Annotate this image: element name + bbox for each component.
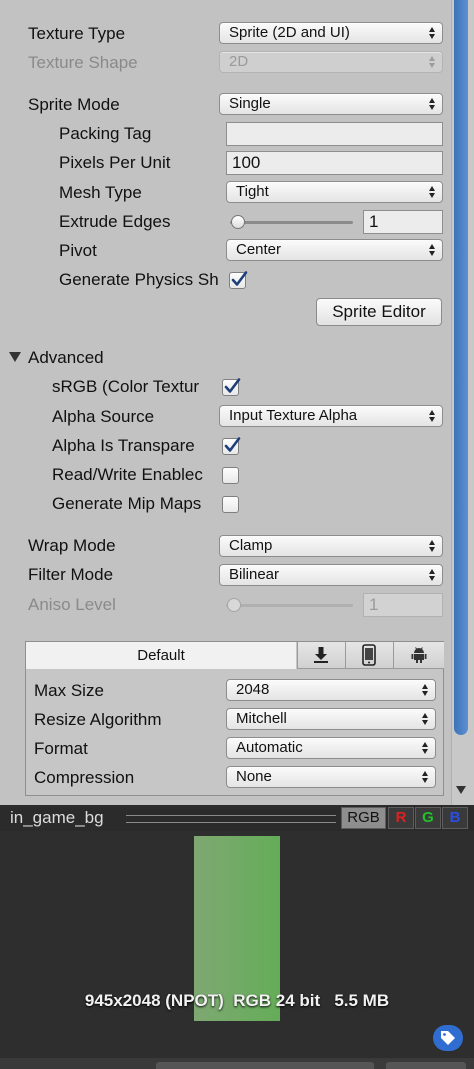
mobile-device-icon (362, 644, 376, 666)
advanced-foldout-arrow-icon[interactable] (9, 352, 21, 362)
channel-g-label: G (422, 809, 434, 826)
format-value: Automatic (236, 739, 303, 756)
bottom-field-partial[interactable] (156, 1062, 374, 1069)
resize-algorithm-dropdown[interactable]: Mitchell (226, 708, 436, 730)
extrude-edges-input[interactable]: 1 (363, 210, 443, 234)
extrude-edges-slider-track[interactable] (230, 221, 353, 224)
checkmark-icon (231, 271, 248, 286)
max-size-dropdown[interactable]: 2048 (226, 679, 436, 701)
dropdown-arrows-icon (429, 55, 436, 69)
filter-mode-dropdown[interactable]: Bilinear (219, 564, 443, 586)
tab-default-label: Default (137, 647, 185, 664)
dropdown-arrows-icon (429, 97, 436, 111)
download-icon (314, 647, 328, 663)
alpha-source-label: Alpha Source (52, 407, 155, 426)
generate-mip-maps-label: Generate Mip Maps (52, 494, 202, 513)
srgb-checkbox[interactable] (222, 378, 241, 396)
aniso-level-label: Aniso Level (28, 595, 116, 614)
texture-type-label: Texture Type (28, 24, 126, 43)
texture-type-value: Sprite (2D and UI) (229, 24, 350, 41)
dropdown-arrows-icon (429, 568, 436, 582)
format-dropdown[interactable]: Automatic (226, 737, 436, 759)
texture-shape-label: Texture Shape (28, 53, 138, 72)
dropdown-arrows-icon (422, 683, 429, 697)
checkmark-icon (224, 378, 241, 393)
aniso-level-slider-track (226, 604, 353, 607)
generate-physics-shape-label: Generate Physics Sh (59, 270, 219, 289)
texture-info-label: 945x2048 (NPOT) RGB 24 bit 5.5 MB (84, 991, 390, 1010)
max-size-value: 2048 (236, 681, 270, 698)
pixels-per-unit-input[interactable]: 100 (226, 151, 443, 175)
preview-title-grip[interactable] (126, 815, 336, 823)
preview-title: in_game_bg (10, 808, 104, 827)
pivot-value: Center (236, 241, 282, 258)
channel-rgb-button[interactable]: RGB (341, 807, 386, 829)
scrollbar-thumb[interactable] (454, 0, 468, 735)
sprite-editor-button[interactable]: Sprite Editor (316, 298, 442, 326)
channel-b-label: B (449, 809, 461, 826)
channel-r-label: R (395, 809, 407, 826)
generate-physics-shape-checkbox[interactable] (229, 271, 248, 289)
dropdown-arrows-icon (429, 409, 436, 423)
alpha-is-transparency-checkbox[interactable] (222, 437, 241, 455)
texture-shape-dropdown: 2D (219, 51, 443, 73)
alpha-is-transparency-label: Alpha Is Transpare (52, 436, 195, 455)
channel-rgb-label: RGB (347, 809, 380, 826)
compression-dropdown[interactable]: None (226, 766, 436, 788)
alpha-source-dropdown[interactable]: Input Texture Alpha (219, 405, 443, 427)
aniso-level-input: 1 (363, 593, 443, 617)
resize-algorithm-value: Mitchell (236, 710, 287, 727)
max-size-label: Max Size (34, 681, 104, 700)
srgb-label: sRGB (Color Textur (52, 377, 200, 396)
generate-mip-maps-checkbox[interactable] (222, 496, 239, 513)
bottom-field-partial-2[interactable] (386, 1062, 466, 1069)
wrap-mode-dropdown[interactable]: Clamp (219, 535, 443, 557)
tag-icon (441, 1031, 455, 1045)
scroll-down-arrow-icon[interactable] (456, 786, 466, 794)
mesh-type-label: Mesh Type (59, 183, 142, 202)
dropdown-arrows-icon (422, 712, 429, 726)
dropdown-arrows-icon (422, 741, 429, 755)
dropdown-arrows-icon (429, 26, 436, 40)
sprite-mode-dropdown[interactable]: Single (219, 93, 443, 115)
dropdown-arrows-icon (429, 243, 436, 257)
compression-label: Compression (34, 768, 135, 787)
format-label: Format (34, 739, 88, 758)
alpha-source-value: Input Texture Alpha (229, 407, 358, 424)
compression-value: None (236, 768, 272, 785)
packing-tag-input[interactable] (226, 122, 443, 146)
sprite-mode-label: Sprite Mode (28, 95, 120, 114)
tab-android[interactable] (393, 642, 444, 669)
sprite-mode-value: Single (229, 95, 271, 112)
pivot-label: Pivot (59, 241, 97, 260)
dropdown-arrows-icon (422, 770, 429, 784)
android-icon (411, 647, 427, 663)
filter-mode-value: Bilinear (229, 566, 280, 583)
mesh-type-value: Tight (236, 183, 269, 200)
texture-shape-value: 2D (229, 53, 249, 70)
wrap-mode-value: Clamp (229, 537, 273, 554)
advanced-foldout-label[interactable]: Advanced (28, 348, 148, 368)
read-write-enabled-label: Read/Write Enablec (52, 465, 203, 484)
pixels-per-unit-label: Pixels Per Unit (59, 153, 171, 172)
tab-default[interactable]: Default (26, 642, 296, 670)
texture-type-dropdown[interactable]: Sprite (2D and UI) (219, 22, 443, 44)
channel-g-button[interactable]: G (415, 807, 441, 829)
channel-b-button[interactable]: B (442, 807, 468, 829)
dropdown-arrows-icon (429, 539, 436, 553)
channel-r-button[interactable]: R (388, 807, 414, 829)
packing-tag-label: Packing Tag (59, 124, 152, 143)
wrap-mode-label: Wrap Mode (28, 536, 116, 555)
read-write-enabled-checkbox[interactable] (222, 467, 239, 484)
checkmark-icon (224, 437, 241, 452)
mesh-type-dropdown[interactable]: Tight (226, 181, 443, 203)
tab-ios[interactable] (345, 642, 393, 669)
tab-standalone[interactable] (297, 642, 345, 669)
extrude-edges-label: Extrude Edges (59, 212, 171, 231)
resize-algorithm-label: Resize Algorithm (34, 710, 162, 729)
dropdown-arrows-icon (429, 185, 436, 199)
pivot-dropdown[interactable]: Center (226, 239, 443, 261)
asset-label-button[interactable] (433, 1025, 463, 1051)
filter-mode-label: Filter Mode (28, 565, 114, 584)
